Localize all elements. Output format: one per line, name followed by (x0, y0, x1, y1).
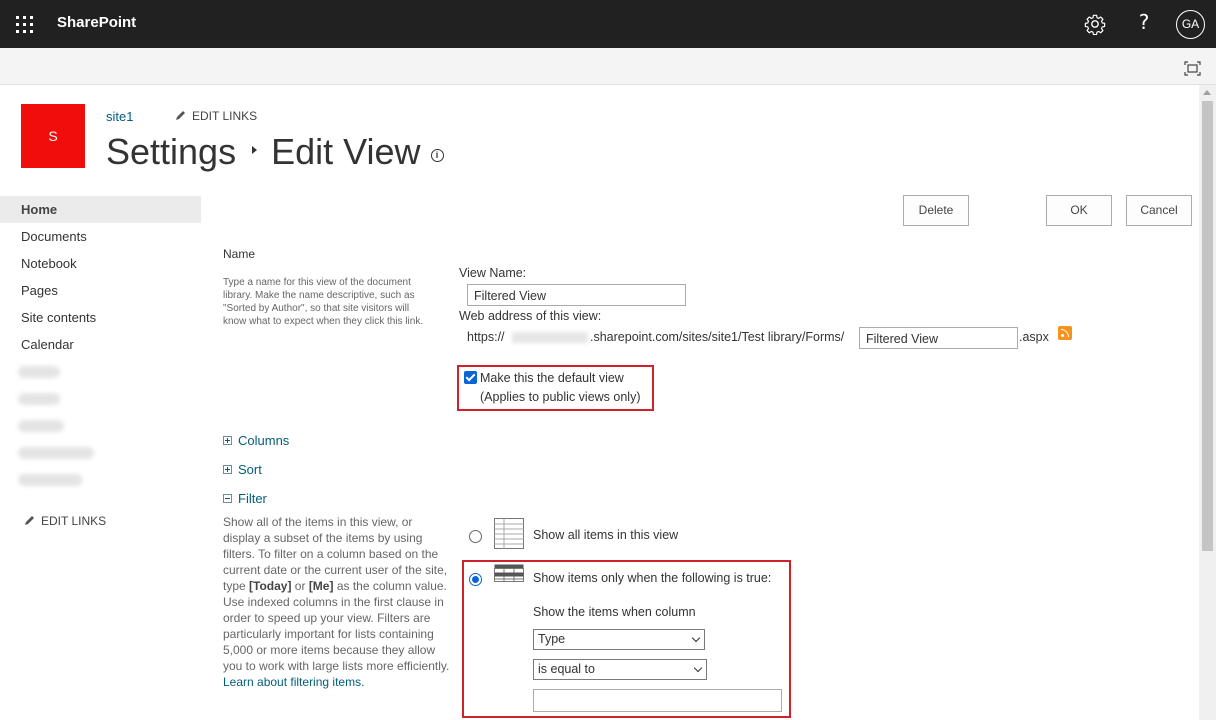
default-view-checkbox[interactable] (464, 371, 477, 384)
scroll-thumb[interactable] (1202, 101, 1213, 551)
focus-on-content-icon[interactable] (1184, 61, 1201, 76)
show-all-items-radio[interactable] (469, 530, 482, 543)
view-name-input[interactable]: Filtered View (467, 284, 686, 306)
list-all-items-icon (494, 518, 524, 549)
columns-label: Columns (238, 433, 290, 448)
scroll-up-arrow-icon[interactable] (1203, 90, 1211, 95)
page-title: Settings Edit View i (106, 131, 444, 173)
edit-links-label: EDIT LINKS (192, 109, 258, 123)
filter-column-select[interactable]: Type (533, 629, 705, 650)
show-filtered-items-radio[interactable] (469, 573, 482, 586)
filter-operator-select[interactable]: is equal to (533, 659, 707, 680)
rss-feed-icon[interactable] (1058, 326, 1072, 340)
url-prefix: https:// (467, 330, 505, 344)
help-icon[interactable]: ? (1134, 10, 1154, 34)
nav-item-calendar[interactable]: Calendar (0, 331, 201, 358)
filter-column-value: Type (538, 632, 566, 646)
brand-title[interactable]: SharePoint (57, 14, 136, 31)
delete-button[interactable]: Delete (903, 195, 969, 226)
chevron-down-icon (693, 663, 703, 673)
expand-plus-icon (223, 465, 232, 474)
vertical-scrollbar[interactable] (1199, 85, 1216, 720)
nav-item-home[interactable]: Home (0, 196, 201, 223)
nav-item-pages[interactable]: Pages (0, 277, 201, 304)
default-view-label[interactable]: Make this the default view (480, 371, 624, 385)
pencil-icon (25, 516, 34, 525)
ok-button[interactable]: OK (1046, 195, 1112, 226)
nav-item-redacted[interactable] (0, 466, 201, 493)
edit-links-label: EDIT LINKS (41, 514, 107, 528)
url-path: .sharepoint.com/sites/site1/Test library… (590, 330, 845, 344)
chevron-down-icon (691, 633, 701, 643)
show-filtered-items-label[interactable]: Show items only when the following is tr… (533, 571, 771, 585)
settings-gear-icon[interactable] (1084, 13, 1106, 35)
filter-value-input[interactable] (533, 689, 782, 712)
edit-links-top[interactable]: EDIT LINKS (175, 109, 257, 123)
columns-section-toggle[interactable]: Columns (223, 433, 289, 448)
nav-item-redacted[interactable] (0, 412, 201, 439)
ribbon-bar (0, 48, 1216, 85)
nav-item-site-contents[interactable]: Site contents (0, 304, 201, 331)
show-all-items-label[interactable]: Show all items in this view (533, 528, 678, 542)
breadcrumb-separator-icon (252, 146, 258, 154)
view-name-label: View Name: (459, 266, 527, 280)
expand-plus-icon (223, 436, 232, 445)
url-name-input[interactable]: Filtered View (859, 327, 1018, 349)
left-navigation: Home Documents Notebook Pages Site conte… (0, 196, 201, 493)
info-icon[interactable]: i (430, 149, 444, 162)
filter-description: Show all of the items in this view, or d… (223, 515, 450, 689)
site-breadcrumb-link[interactable]: site1 (106, 109, 133, 124)
nav-item-redacted[interactable] (0, 358, 201, 385)
collapse-minus-icon (223, 494, 232, 503)
nav-item-redacted[interactable] (0, 439, 201, 466)
nav-item-notebook[interactable]: Notebook (0, 250, 201, 277)
nav-item-redacted[interactable] (0, 385, 201, 412)
pencil-icon (176, 111, 185, 120)
app-launcher-icon[interactable] (14, 14, 34, 34)
filter-section-toggle[interactable]: Filter (223, 491, 267, 506)
sort-section-toggle[interactable]: Sort (223, 462, 262, 477)
filter-label: Filter (238, 491, 267, 506)
learn-filtering-link[interactable]: Learn about filtering items. (223, 675, 364, 689)
filter-column-label: Show the items when column (533, 605, 696, 619)
sort-label: Sort (238, 462, 262, 477)
site-logo[interactable]: S (21, 104, 85, 168)
cancel-button[interactable]: Cancel (1126, 195, 1192, 226)
edit-links-nav[interactable]: EDIT LINKS (24, 514, 106, 528)
suite-bar: SharePoint ? GA (0, 0, 1216, 48)
nav-item-documents[interactable]: Documents (0, 223, 201, 250)
filtered-list-icon (494, 564, 524, 582)
user-avatar[interactable]: GA (1176, 10, 1205, 39)
name-section-description: Type a name for this view of the documen… (223, 277, 424, 327)
default-view-note: (Applies to public views only) (480, 390, 641, 404)
url-redacted-tenant (512, 332, 588, 343)
title-settings: Settings (106, 131, 237, 172)
title-edit-view: Edit View (271, 131, 421, 172)
url-suffix: .aspx (1019, 330, 1049, 344)
name-section-heading: Name (223, 247, 256, 261)
web-address-label: Web address of this view: (459, 309, 602, 323)
filter-operator-value: is equal to (538, 662, 595, 676)
